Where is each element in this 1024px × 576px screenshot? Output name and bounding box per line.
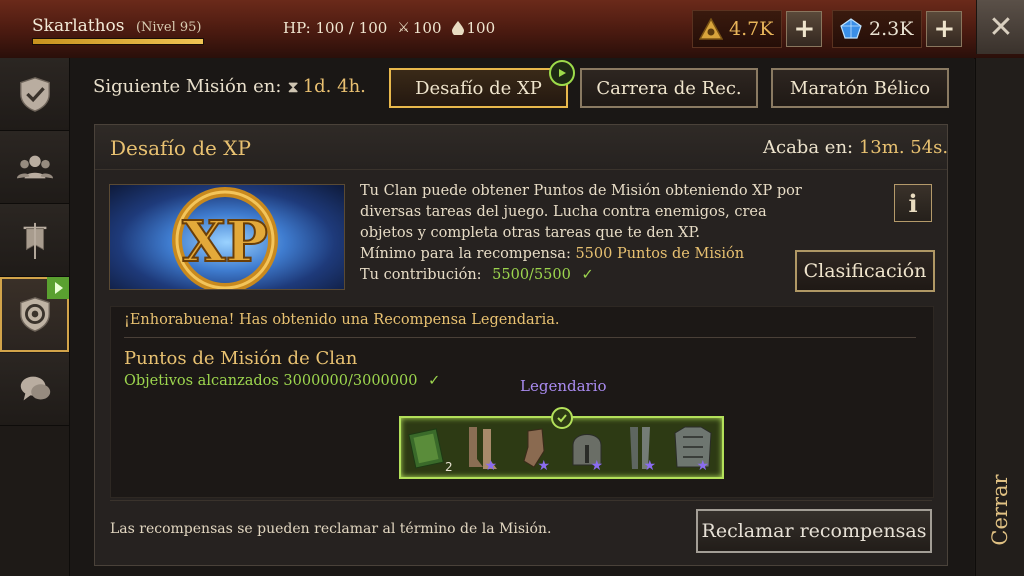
gem-icon [840,18,862,39]
player-name-text: Skarlathos [32,16,125,36]
shield-check-icon [19,77,50,112]
hp-stat: HP: 100 / 100 [283,19,387,37]
attack-stat: ⚔ 100 [397,19,441,37]
player-level: (Nivel 95) [135,20,202,35]
min-reward-line: Mínimo para la recompensa: 5500 Puntos d… [360,244,800,265]
clan-points-title: Puntos de Misión de Clan [124,348,358,369]
next-mission-time: 1d. 4h. [302,76,366,97]
legendary-label: Legendario [520,377,607,395]
star-icon: ★ [537,458,550,474]
star-icon: ★ [484,458,497,474]
sidebar-item-banner[interactable] [0,204,69,277]
check-icon: ✓ [581,267,594,283]
xp-emblem-icon: XP [172,187,278,289]
claim-rewards-button[interactable]: Reclamar recompensas [696,509,932,553]
gold-icon [699,18,723,40]
hourglass-icon: ⧗ [287,76,299,96]
star-icon: ★ [696,458,709,474]
close-icon[interactable]: ✕ [976,0,1024,54]
svg-text:XP: XP [182,209,268,275]
tab-label: Carrera de Rec. [596,77,742,99]
add-gems-button[interactable]: + [926,11,963,47]
sidebar-item-clan[interactable] [0,131,69,204]
attack-value: 100 [412,19,442,37]
sidebar [0,58,70,576]
target-shield-icon [19,297,50,332]
desc-line: diversas tareas del juego. Lucha contra … [360,204,767,220]
ends-label: Acaba en: [763,137,854,158]
star-icon: ★ [643,458,656,474]
items-check-icon [551,407,573,429]
tab-label: Maratón Bélico [789,77,931,99]
divider [110,500,932,501]
item-quantity: 2 [445,460,453,474]
sidebar-item-missions[interactable] [0,58,69,131]
tab-resource-race[interactable]: Carrera de Rec. [580,68,758,108]
gold-currency: 4.7K + [692,10,823,48]
drop-value: 100 [466,19,496,37]
top-bar: Skarlathos (Nivel 95) HP: 100 / 100 ⚔ 10… [0,0,1024,59]
drop-stat: 100 [451,19,496,37]
divider [124,337,916,338]
chat-icon [20,376,50,401]
hp-value: HP: 100 / 100 [283,19,388,37]
drop-icon [451,21,464,35]
claim-label: Reclamar recompensas [701,520,927,542]
gold-box: 4.7K [692,10,783,48]
play-badge-icon [47,277,69,299]
tab-label: Desafío de XP [415,77,542,99]
contribution-label: Tu contribución: [360,267,482,283]
player-stats: HP: 100 / 100 ⚔ 100 100 [283,19,495,37]
reward-item-boots[interactable]: ★ [454,418,507,477]
next-mission-label: Siguiente Misión en: [93,76,282,97]
info-button[interactable]: i [894,184,932,222]
gem-currency: 2.3K + [832,10,963,48]
congrats-message: ¡Enhorabuena! Has obtenido una Recompens… [124,312,560,328]
gold-value: 4.7K [729,18,774,40]
add-gold-button[interactable]: + [786,11,823,47]
xp-banner-image: XP [109,184,345,290]
min-reward-label: Mínimo para la recompensa: [360,246,571,262]
ranking-label: Clasificación [803,260,927,282]
clan-members-icon [16,155,53,179]
ranking-button[interactable]: Clasificación [795,250,935,292]
mission-title: Desafío de XP [110,136,251,160]
goals-reached: Objetivos alcanzados 3000000/3000000 ✓ [124,373,440,389]
ends-time: 13m. 54s. [858,137,949,158]
banner-icon [23,222,46,259]
mission-description: Tu Clan puede obtener Puntos de Misión o… [360,181,802,286]
claim-note: Las recompensas se pueden reclamar al té… [110,521,552,537]
tab-xp-challenge[interactable]: Desafío de XP [389,68,568,108]
sidebar-item-chat[interactable] [0,353,69,426]
tab-play-icon [549,60,575,86]
min-reward-value: 5500 Puntos de Misión [575,246,745,262]
sidebar-item-clan-missions[interactable] [0,277,69,352]
gem-box: 2.3K [832,10,923,48]
star-icon: ★ [590,458,603,474]
close-side-label[interactable]: Cerrar [970,474,1024,545]
desc-line: Tu Clan puede obtener Puntos de Misión o… [360,183,802,199]
check-icon: ✓ [428,373,441,389]
goal-label: Objetivos alcanzados [124,373,279,389]
contribution-value: 5500/5500 [492,267,571,283]
gem-value: 2.3K [869,18,914,40]
player-name[interactable]: Skarlathos (Nivel 95) [32,16,201,36]
reward-item-book[interactable]: 2 [401,418,454,477]
contribution-line: Tu contribución: 5500/5500 ✓ [360,265,800,286]
tab-war-marathon[interactable]: Maratón Bélico [771,68,949,108]
level-progress-fill [33,39,203,44]
reward-item-greaves[interactable]: ★ [613,418,666,477]
goal-value: 3000000/3000000 [283,373,418,389]
reward-item-chest[interactable]: ★ [666,418,719,477]
book-icon [407,427,444,469]
level-progress-bar [32,38,204,45]
next-mission: Siguiente Misión en: ⧗ 1d. 4h. [93,76,366,97]
mission-ends: Acaba en: 13m. 54s. [763,137,948,158]
reward-item-gauntlet[interactable]: ★ [507,418,560,477]
desc-line: objetos y completa otras tareas que te d… [360,225,700,241]
crossed-swords-icon: ⚔ [397,20,410,36]
